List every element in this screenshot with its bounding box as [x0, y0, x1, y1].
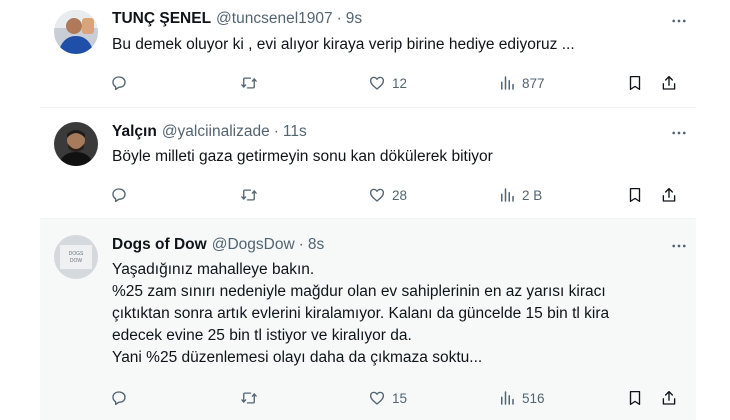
reply-icon	[110, 74, 128, 92]
reply-icon	[110, 186, 128, 204]
views-icon	[498, 74, 516, 92]
like-icon	[368, 74, 386, 92]
tweet-actions: 12 877	[110, 72, 682, 94]
like-button[interactable]: 12	[368, 72, 407, 94]
bookmark-button[interactable]	[626, 387, 644, 409]
tweet-actions: 15 516	[110, 387, 682, 409]
tweet-text-line: Yani %25 düzenlemesi olayı daha da çıkma…	[112, 349, 483, 366]
share-button[interactable]	[660, 184, 678, 206]
views-button[interactable]: 2 B	[498, 184, 542, 206]
reply-icon	[110, 389, 128, 407]
retweet-button[interactable]	[240, 387, 258, 409]
tweet-1[interactable]: TUNÇ ŞENEL @tuncsenel1907 · 9s Bu demek …	[40, 0, 696, 108]
retweet-icon	[240, 186, 258, 204]
author-handle[interactable]: @DogsDow	[212, 236, 295, 254]
tweet-text-line: Yaşadığınız mahalleye bakın.	[112, 261, 315, 278]
share-button[interactable]	[660, 72, 678, 94]
bookmark-button[interactable]	[626, 184, 644, 206]
tweet-header: Yalçın @yalciinalizade · 11s	[112, 122, 682, 142]
like-icon	[368, 389, 386, 407]
retweet-button[interactable]	[240, 72, 258, 94]
views-button[interactable]: 516	[498, 387, 545, 409]
reply-button[interactable]	[110, 72, 128, 94]
like-button[interactable]: 28	[368, 184, 407, 206]
author-name[interactable]: Dogs of Dow	[112, 236, 207, 254]
retweet-icon	[240, 74, 258, 92]
tweet-text-line: Böyle milleti gaza getirmeyin sonu kan d…	[112, 148, 493, 165]
tweet-text-line: Bu demek oluyor ki , evi alıyor kiraya v…	[112, 36, 575, 53]
share-button[interactable]	[660, 387, 678, 409]
share-icon	[660, 389, 678, 407]
separator: ·	[273, 123, 279, 140]
tweet-actions: 28 2 B	[110, 184, 682, 206]
bookmark-button[interactable]	[626, 72, 644, 94]
like-count: 12	[392, 75, 408, 91]
svg-text:DOGS: DOGS	[69, 251, 84, 257]
author-name[interactable]: Yalçın	[112, 123, 157, 141]
tweet-text-line: edecek evine 25 bin tl istiyor ve kiralı…	[112, 327, 412, 344]
avatar[interactable]: DOGS DOW	[54, 235, 98, 279]
views-icon	[498, 389, 516, 407]
more-icon[interactable]	[666, 11, 692, 31]
author-handle[interactable]: @yalciinalizade	[162, 123, 270, 141]
like-icon	[368, 186, 386, 204]
tweet-text: Böyle milleti gaza getirmeyin sonu kan d…	[112, 146, 682, 168]
tweet-text: Yaşadığınız mahalleye bakın. %25 zam sın…	[112, 259, 682, 369]
share-icon	[660, 186, 678, 204]
more-icon[interactable]	[666, 236, 692, 256]
tweet-header: Dogs of Dow @DogsDow · 8s	[112, 235, 682, 255]
svg-text:DOW: DOW	[70, 258, 83, 264]
tweet-3[interactable]: DOGS DOW Dogs of Dow @DogsDow · 8s Yaşadı…	[40, 219, 696, 420]
tweet-text-line: çıktıktan sonra artık evlerini kiralamıy…	[112, 305, 610, 322]
tweet-header: TUNÇ ŞENEL @tuncsenel1907 · 9s	[112, 9, 682, 29]
avatar[interactable]	[54, 10, 98, 54]
bookmark-icon	[626, 186, 644, 204]
reply-button[interactable]	[110, 387, 128, 409]
timestamp[interactable]: 8s	[308, 236, 324, 254]
retweet-icon	[240, 389, 258, 407]
author-handle[interactable]: @tuncsenel1907	[216, 10, 333, 28]
bookmark-icon	[626, 74, 644, 92]
tweet-text-line: %25 zam sınırı nedeniyle mağdur olan ev …	[112, 283, 606, 300]
avatar[interactable]	[54, 122, 98, 166]
like-count: 28	[392, 187, 408, 203]
views-count: 516	[522, 390, 545, 406]
like-count: 15	[392, 390, 408, 406]
views-count: 877	[522, 75, 545, 91]
timestamp[interactable]: 11s	[283, 123, 307, 141]
views-count: 2 B	[522, 187, 543, 203]
like-button[interactable]: 15	[368, 387, 407, 409]
separator: ·	[298, 236, 304, 253]
separator: ·	[336, 10, 342, 27]
reply-button[interactable]	[110, 184, 128, 206]
share-icon	[660, 74, 678, 92]
more-icon[interactable]	[666, 123, 692, 143]
tweet-2[interactable]: Yalçın @yalciinalizade · 11s Böyle mille…	[40, 108, 696, 219]
views-button[interactable]: 877	[498, 72, 545, 94]
author-name[interactable]: TUNÇ ŞENEL	[112, 10, 211, 28]
retweet-button[interactable]	[240, 184, 258, 206]
tweet-text: Bu demek oluyor ki , evi alıyor kiraya v…	[112, 34, 682, 56]
timestamp[interactable]: 9s	[346, 10, 362, 28]
bookmark-icon	[626, 389, 644, 407]
views-icon	[498, 186, 516, 204]
